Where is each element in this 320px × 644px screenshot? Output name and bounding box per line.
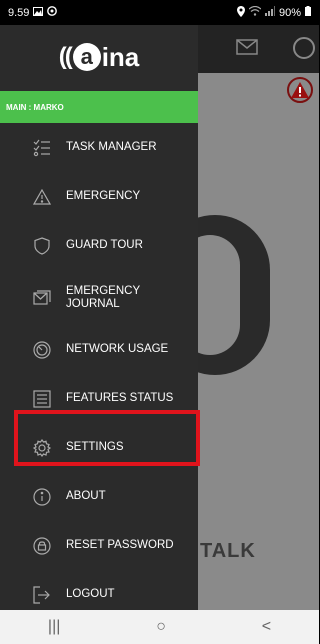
- menu-item-emergency-journal[interactable]: EMERGENCY JOURNAL: [0, 270, 198, 325]
- main-user-label: MAIN : MARKO: [6, 102, 64, 112]
- battery-text: 90%: [278, 6, 301, 19]
- journal-icon: [32, 288, 52, 308]
- back-button[interactable]: <: [262, 618, 271, 636]
- menu-item-reset-password[interactable]: RESET PASSWORD: [0, 521, 198, 570]
- main-user-bar: MAIN : MARKO: [0, 91, 198, 123]
- profile-circle-icon[interactable]: [293, 37, 315, 59]
- menu-label: EMERGENCY JOURNAL: [66, 284, 140, 310]
- menu-label: EMERGENCY: [66, 190, 141, 202]
- location-icon: [236, 5, 245, 20]
- menu-label: TASK MANAGER: [66, 141, 157, 153]
- drawer-menu: TASK MANAGER EMERGENCY GUARD TOUR EMERGE…: [0, 123, 198, 619]
- navigation-drawer: (( a ina MAIN : MARKO TASK MANAGER EMERG…: [0, 25, 198, 610]
- info-icon: [32, 487, 52, 507]
- home-button[interactable]: ○: [156, 618, 166, 636]
- status-bar: 9.59 90%: [0, 0, 319, 25]
- mail-icon[interactable]: [236, 37, 260, 61]
- menu-item-emergency[interactable]: EMERGENCY: [0, 172, 198, 221]
- menu-label: GUARD TOUR: [66, 239, 143, 251]
- checklist-icon: [32, 138, 52, 158]
- logo-a: a: [72, 43, 101, 71]
- battery-icon: [305, 6, 311, 19]
- menu-item-guard-tour[interactable]: GUARD TOUR: [0, 221, 198, 270]
- clock: 9.59: [8, 6, 30, 19]
- logo-text: ina: [101, 41, 140, 72]
- menu-item-task-manager[interactable]: TASK MANAGER: [0, 123, 198, 172]
- menu-label: NETWORK USAGE: [66, 343, 169, 355]
- wifi-icon: [248, 5, 262, 19]
- lock-icon: [32, 536, 52, 556]
- logo-waves: ((: [58, 43, 73, 70]
- logout-icon: [32, 585, 52, 605]
- notification-icon: [47, 6, 58, 19]
- menu-item-network-usage[interactable]: NETWORK USAGE: [0, 325, 198, 374]
- shield-icon: [32, 236, 52, 256]
- recents-button[interactable]: |||: [48, 618, 60, 636]
- list-icon: [32, 389, 52, 409]
- menu-label: ABOUT: [66, 490, 106, 502]
- alert-icon[interactable]: [287, 77, 313, 103]
- menu-label: RESET PASSWORD: [66, 539, 174, 551]
- gallery-icon: [33, 6, 44, 19]
- gauge-icon: [32, 340, 52, 360]
- warning-icon: [32, 187, 52, 207]
- menu-item-about[interactable]: ABOUT: [0, 472, 198, 521]
- app-logo: (( a ina: [0, 25, 198, 89]
- settings-highlight-box: [14, 410, 200, 466]
- signal-icon: [264, 6, 275, 19]
- menu-label: FEATURES STATUS: [66, 392, 174, 404]
- system-nav-bar: ||| ○ <: [0, 610, 319, 644]
- talk-label: TALK: [200, 540, 256, 562]
- menu-label: LOGOUT: [66, 588, 115, 600]
